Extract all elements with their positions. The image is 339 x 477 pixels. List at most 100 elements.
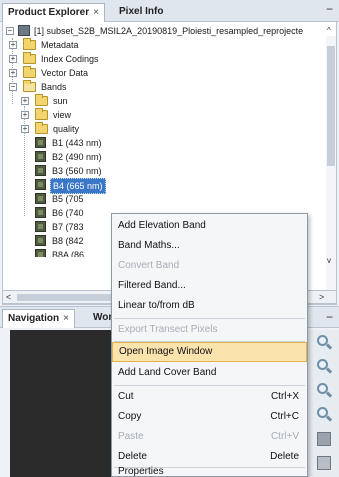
tree-vertical-scrollbar[interactable]: ^ v [326, 26, 336, 290]
band-icon [35, 165, 46, 176]
top-tab-strip: Product Explorer × Pixel Info − [0, 0, 339, 22]
band-icon [35, 207, 46, 218]
folder-icon [35, 122, 48, 134]
menu-item-cut[interactable]: Cut Ctrl+X [112, 387, 307, 407]
tree-label: B1 (443 nm) [52, 138, 102, 148]
tree-label: Vector Data [41, 68, 89, 78]
tab-product-explorer-label: Product Explorer [8, 7, 90, 18]
tree-label: Index Codings [41, 54, 99, 64]
menu-item-band-maths[interactable]: Band Maths... [112, 236, 307, 256]
folder-icon [35, 108, 48, 120]
zoom-out-icon[interactable] [315, 358, 333, 376]
tree-label: B2 (490 nm) [52, 152, 102, 162]
collapse-toggle-icon[interactable]: − [6, 27, 14, 35]
scroll-right-icon[interactable]: > [319, 291, 324, 304]
folder-icon [23, 66, 36, 78]
menu-item-add-elevation-band[interactable]: Add Elevation Band [112, 216, 307, 236]
menu-item-shortcut: Ctrl+C [270, 411, 299, 422]
tree-label: quality [53, 124, 80, 134]
menu-item-properties[interactable]: Properties [112, 467, 307, 477]
tree-label: sun [53, 96, 68, 106]
expand-toggle-icon[interactable]: + [21, 111, 29, 119]
menu-item-delete[interactable]: Delete Delete [112, 447, 307, 467]
scroll-left-icon[interactable]: < [6, 291, 11, 304]
tree-label: B3 (560 nm) [52, 166, 102, 176]
menu-item-label: Band Maths... [118, 240, 180, 251]
menu-item-open-image-window[interactable]: Open Image Window [112, 342, 307, 362]
band-icon [35, 221, 46, 232]
scroll-down-icon[interactable]: v [327, 256, 331, 265]
tree-label: Bands [41, 82, 67, 92]
menu-item-add-land-cover-band[interactable]: Add Land Cover Band [112, 363, 307, 383]
tree-row-band-b1[interactable]: B1 (443 nm) [6, 136, 156, 150]
tree-row-band-b5[interactable]: B5 (705 [6, 192, 156, 206]
band-icon [35, 235, 46, 246]
tab-pixel-info[interactable]: Pixel Info [114, 3, 168, 22]
expand-toggle-icon[interactable]: + [21, 97, 29, 105]
menu-item-label: Cut [118, 391, 134, 402]
menu-separator [114, 318, 305, 319]
tree-label: B6 (740 [52, 208, 84, 218]
sync-cursor-icon[interactable] [315, 454, 333, 472]
tab-product-explorer[interactable]: Product Explorer × [2, 3, 105, 22]
menu-item-label: Add Elevation Band [118, 220, 206, 231]
tree-row-index-codings[interactable]: + Index Codings [6, 52, 156, 66]
tab-navigation[interactable]: Navigation × [2, 309, 75, 328]
zoom-in-icon[interactable] [315, 334, 333, 352]
product-label: [1] subset_S2B_MSIL2A_20190819_Ploiesti_… [34, 26, 304, 36]
menu-item-shortcut: Ctrl+V [270, 431, 299, 442]
menu-item-label: Copy [118, 411, 142, 422]
scroll-up-icon[interactable]: ^ [327, 26, 331, 35]
menu-item-label: Delete [118, 451, 147, 462]
menu-item-linear-to-from-db[interactable]: Linear to/from dB [112, 296, 307, 316]
expand-toggle-icon[interactable]: + [9, 69, 17, 77]
tree-row-bands[interactable]: − Bands [6, 80, 156, 94]
tree-row-sun[interactable]: + sun [6, 94, 156, 108]
tree-row-band-b2[interactable]: B2 (490 nm) [6, 150, 156, 164]
menu-item-label: Filtered Band... [118, 280, 186, 291]
expand-toggle-icon[interactable]: + [9, 55, 17, 63]
menu-item-shortcut: Ctrl+X [270, 391, 299, 402]
zoom-actual-icon[interactable] [315, 382, 333, 400]
expand-toggle-icon[interactable]: + [21, 125, 29, 133]
menu-item-shortcut: Delete [270, 451, 299, 462]
tree-row-vector-data[interactable]: + Vector Data [6, 66, 156, 80]
tree-row-view[interactable]: + view [6, 108, 156, 122]
band-icon [35, 249, 46, 257]
scrollbar-thumb[interactable] [327, 46, 335, 166]
menu-item-filtered-band[interactable]: Filtered Band... [112, 276, 307, 296]
minimize-icon[interactable]: − [326, 310, 333, 324]
zoom-all-icon[interactable] [315, 406, 333, 424]
folder-icon [23, 52, 36, 64]
collapse-toggle-icon[interactable]: − [9, 83, 17, 91]
close-icon[interactable]: × [63, 313, 69, 324]
menu-item-label: Export Transect Pixels [118, 324, 218, 335]
tree-row-product[interactable]: − [1] subset_S2B_MSIL2A_20190819_Ploiest… [6, 24, 336, 38]
tree-row-band-b3[interactable]: B3 (560 nm) [6, 164, 156, 178]
tree-label: B5 (705 [52, 194, 84, 204]
menu-item-copy[interactable]: Copy Ctrl+C [112, 407, 307, 427]
menu-separator [114, 385, 305, 386]
context-menu: Add Elevation Band Band Maths... Convert… [111, 213, 308, 477]
tree-row-band-b4[interactable]: B4 (665 nm) [6, 178, 156, 194]
menu-item-label: Linear to/from dB [118, 300, 195, 311]
tree-row-quality[interactable]: + quality [6, 122, 156, 136]
band-icon [35, 137, 46, 148]
tree-label: B8 (842 [52, 236, 84, 246]
minimize-icon[interactable]: − [326, 2, 333, 16]
menu-item-paste[interactable]: Paste Ctrl+V [112, 427, 307, 447]
sync-views-icon[interactable] [315, 430, 333, 448]
tab-pixel-info-label: Pixel Info [119, 6, 164, 17]
menu-item-label: Add Land Cover Band [118, 367, 217, 378]
menu-item-export-transect-pixels[interactable]: Export Transect Pixels [112, 320, 307, 340]
band-icon [35, 151, 46, 162]
tab-navigation-label: Navigation [8, 313, 60, 324]
close-icon[interactable]: × [93, 7, 99, 18]
tree-row-metadata[interactable]: + Metadata [6, 38, 156, 52]
menu-item-convert-band[interactable]: Convert Band [112, 256, 307, 276]
band-icon [35, 179, 46, 190]
expand-toggle-icon[interactable]: + [9, 41, 17, 49]
folder-icon [23, 38, 36, 50]
band-icon [35, 193, 46, 204]
menu-item-label: Open Image Window [119, 346, 213, 357]
